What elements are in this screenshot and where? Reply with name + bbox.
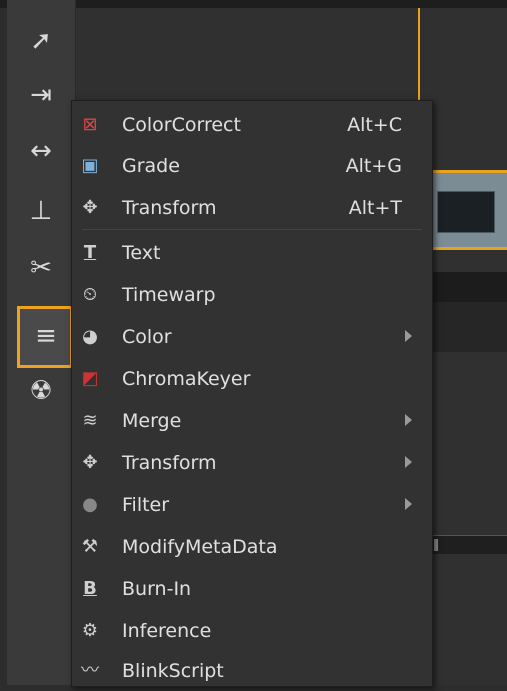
menu-item-shortcut: Alt+C (347, 114, 402, 136)
menu-item-color[interactable]: ◕ Color (72, 317, 432, 357)
color-icon: ◕ (82, 326, 98, 347)
menu-item-label: ChromaKeyer (122, 368, 251, 390)
submenu-arrow-icon (405, 498, 412, 510)
menu-separator (82, 229, 422, 230)
menu-item-chromakeyer[interactable]: ◩ ChromaKeyer (72, 359, 432, 399)
menu-item-grade[interactable]: ▣ Grade Alt+G (72, 146, 432, 186)
thumbnail-image (437, 191, 495, 233)
menu-item-label: ColorCorrect (122, 114, 241, 136)
chromakeyer-icon: ◩ (81, 368, 99, 389)
submenu-arrow-icon (405, 456, 412, 468)
menu-item-text[interactable]: T Text (72, 233, 432, 273)
effects-tool-button[interactable]: ≡ (17, 306, 73, 368)
menu-item-inference[interactable]: ⚙ Inference (72, 611, 432, 651)
slip-tool-icon[interactable]: ⊥ (21, 198, 61, 224)
radiation-tool-icon[interactable]: ☢ (21, 378, 61, 404)
menu-item-modifymetadata[interactable]: ⚒ ModifyMetaData (72, 527, 432, 567)
menu-item-label: ModifyMetaData (122, 536, 278, 558)
menu-item-transform-submenu[interactable]: ✥ Transform (72, 443, 432, 483)
menu-item-colorcorrect[interactable]: ⊠ ColorCorrect Alt+C (72, 105, 432, 145)
menu-item-label: Transform (122, 197, 217, 219)
tool-palette: ➚ ⇥ ↔ ⊥ ✂ ≡ ☢ (7, 0, 76, 685)
menu-item-label: Text (122, 242, 161, 264)
menu-item-label: Merge (122, 410, 182, 432)
blinkscript-icon: 〰 (81, 660, 99, 681)
menu-item-transform[interactable]: ✥ Transform Alt+T (72, 188, 432, 228)
menu-item-label: Color (122, 326, 172, 348)
menu-item-label: Grade (122, 155, 180, 177)
menu-item-burn-in[interactable]: B Burn-In (72, 569, 432, 609)
menu-item-blinkscript[interactable]: 〰 BlinkScript (72, 651, 432, 691)
top-strip (0, 0, 507, 8)
multi-select-tool-icon[interactable]: ↔ (21, 138, 61, 164)
effects-stack-icon: ≡ (35, 321, 57, 351)
menu-item-shortcut: Alt+G (345, 155, 402, 177)
menu-item-label: BlinkScript (122, 660, 224, 682)
menu-item-shortcut: Alt+T (348, 197, 402, 219)
colorcorrect-icon: ⊠ (82, 114, 98, 135)
grade-icon: ▣ (81, 155, 99, 176)
scroll-slider[interactable] (428, 535, 507, 554)
text-icon: T (83, 242, 97, 263)
submenu-arrow-icon (405, 330, 412, 342)
menu-item-merge[interactable]: ≋ Merge (72, 401, 432, 441)
burn-in-icon: B (83, 578, 97, 599)
slider-handle[interactable] (434, 539, 438, 551)
transform-icon: ✥ (82, 452, 98, 473)
submenu-arrow-icon (405, 414, 412, 426)
effects-context-menu: ⊠ ColorCorrect Alt+C ▣ Grade Alt+G ✥ Tra… (71, 100, 433, 687)
select-tool-icon[interactable]: ➚ (21, 28, 61, 54)
timewarp-icon: ⏲ (82, 284, 98, 305)
insert-edit-tool-icon[interactable]: ⇥ (21, 82, 61, 108)
razor-tool-icon[interactable]: ✂ (21, 255, 61, 281)
menu-item-label: Inference (122, 620, 212, 642)
clip-thumbnail[interactable] (428, 170, 507, 250)
menu-item-timewarp[interactable]: ⏲ Timewarp (72, 275, 432, 315)
timeline-track-lower (428, 302, 507, 352)
timeline-track (428, 272, 507, 302)
menu-item-label: Transform (122, 452, 217, 474)
menu-item-label: Filter (122, 494, 170, 516)
menu-item-filter[interactable]: ● Filter (72, 485, 432, 525)
modifymetadata-icon: ⚒ (81, 536, 99, 557)
merge-icon: ≋ (82, 410, 98, 431)
transform-icon: ✥ (82, 197, 98, 218)
inference-icon: ⚙ (81, 620, 99, 641)
menu-item-label: Burn-In (122, 578, 192, 600)
filter-icon: ● (82, 494, 98, 515)
menu-item-label: Timewarp (122, 284, 216, 306)
